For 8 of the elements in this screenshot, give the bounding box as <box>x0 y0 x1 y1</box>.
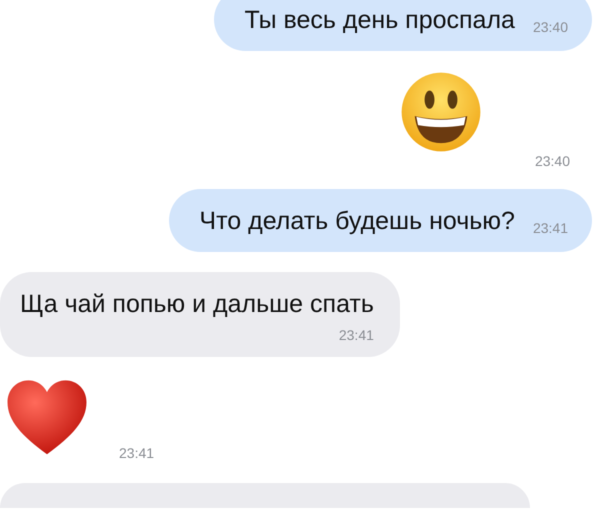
message-text: Что делать будешь ночью? <box>199 207 515 236</box>
message-time: 23:40 <box>532 19 568 35</box>
message-time: 23:41 <box>338 327 374 343</box>
message-text: Ща чай попью и дальше спать <box>20 290 374 319</box>
message-time: 23:41 <box>119 445 154 461</box>
message-time: 23:41 <box>532 220 568 236</box>
message-text: Ты весь день проспала <box>244 6 515 35</box>
message-time: 23:40 <box>534 153 570 169</box>
